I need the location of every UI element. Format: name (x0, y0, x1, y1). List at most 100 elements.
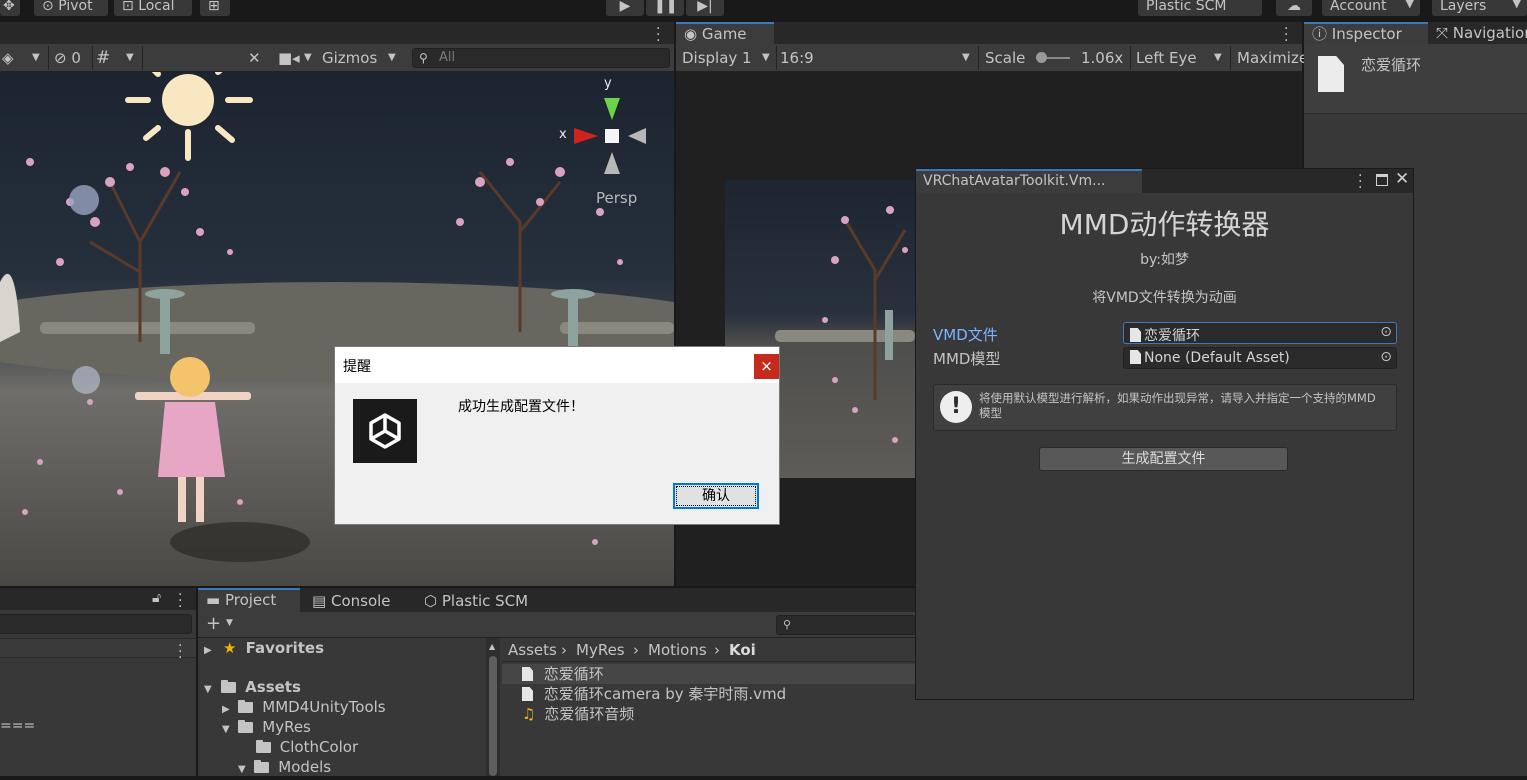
camera-icon[interactable]: ■◂ (278, 44, 300, 72)
hierarchy-search-field[interactable] (0, 614, 192, 634)
tab-plastic-scm[interactable]: ⬡ Plastic SCM (416, 590, 536, 612)
layers-dropdown[interactable]: Layers ▼ (1432, 0, 1527, 16)
hidden-objects-toggle[interactable]: ⊘ 0 (54, 44, 81, 72)
breadcrumb-myres[interactable]: MyRes (576, 640, 625, 660)
scene-search-placeholder: All (439, 50, 456, 65)
tree-item-myres[interactable]: ▼ MyRes (222, 717, 311, 737)
breadcrumb-motions[interactable]: Motions (648, 640, 707, 660)
vmd-value: 恋爱循环 (1144, 328, 1200, 344)
play-button[interactable]: ▶ (606, 0, 644, 16)
tab-project[interactable]: ▬ Project (198, 588, 300, 612)
object-picker-icon[interactable]: ⊙ (1380, 324, 1392, 340)
scale-slider-handle[interactable] (1036, 52, 1047, 63)
maximize-icon[interactable] (1376, 174, 1388, 186)
chevron-down-icon[interactable]: ▼ (226, 618, 233, 628)
info-icon: ⓘ (1312, 25, 1328, 43)
list-item[interactable]: ♫ 恋爱循环音频 (502, 704, 634, 724)
tab-inspector-label: Inspector (1331, 25, 1402, 43)
list-item[interactable]: 恋爱循环 (502, 664, 916, 684)
project-toolbar: + ▼ ⚲ (198, 612, 916, 638)
file-name: 恋爱循环音频 (544, 705, 635, 723)
chevron-down-icon[interactable]: ▼ (1214, 44, 1222, 72)
aspect-dropdown[interactable]: 16:9 (780, 44, 976, 72)
tools-icon[interactable]: ✕ (248, 44, 261, 72)
plastic-scm-button[interactable]: Plastic SCM (1138, 0, 1262, 16)
maximize-toggle[interactable]: Maximize (1237, 44, 1308, 72)
add-button[interactable]: + (206, 613, 221, 634)
vmd-object-field[interactable]: 恋爱循环 ⊙ (1123, 322, 1397, 344)
step-icon: ▶| (697, 0, 713, 14)
confirm-button[interactable]: 确认 (673, 483, 759, 509)
tree-item-favorites[interactable]: ▶ ★ Favorites (204, 638, 324, 658)
cloud-button[interactable]: ☁ (1276, 0, 1312, 16)
chevron-down-icon[interactable]: ▼ (32, 44, 40, 72)
lock-icon[interactable]: 🔓︎ (152, 590, 161, 606)
converter-window-title: VRChatAvatarToolkit.Vm... (923, 173, 1106, 189)
converter-tab[interactable]: VRChatAvatarToolkit.Vm... (916, 169, 1142, 193)
project-search-field[interactable]: ⚲ (776, 615, 916, 635)
chevron-right-icon: › (714, 641, 720, 659)
game-tab-bar: ◉ Game · · · (676, 22, 1302, 48)
display-label: Display 1 (682, 49, 752, 67)
inspector-asset-name: 恋爱循环 (1361, 56, 1422, 74)
step-button[interactable]: ▶| (686, 0, 724, 16)
list-item[interactable]: 恋爱循环camera by 秦宇时雨.vmd (502, 684, 786, 704)
move-tool-icon[interactable]: ✥ (0, 0, 20, 16)
dialog-title-bar: 提醒 × (335, 347, 779, 383)
warning-message: 将使用默认模型进行解析，如果动作出现异常，请导入并指定一个支持的MMD模型 (979, 391, 1376, 420)
local-toggle[interactable]: ⊡ Local (114, 0, 192, 16)
display-dropdown[interactable]: Display 1 (682, 44, 752, 72)
more-options-icon[interactable]: · · · (178, 588, 182, 614)
chevron-down-icon[interactable]: ▼ (304, 44, 312, 72)
account-dropdown[interactable]: Account ▼ (1322, 0, 1420, 16)
chevron-down-icon: ▼ (222, 724, 230, 735)
folder-tree: ▶ ★ Favorites ▼ Assets ▶ MMD4UnityTools … (198, 638, 486, 776)
tree-scrollbar[interactable]: ▲ (486, 638, 500, 776)
scale-value: 1.06x (1081, 49, 1124, 67)
breadcrumb-assets[interactable]: Assets (508, 640, 557, 660)
hierarchy-row-fragment[interactable]: === (0, 718, 35, 734)
gizmos-button[interactable]: Gizmos (322, 44, 377, 72)
grid-icon[interactable]: # (96, 44, 110, 72)
breadcrumb-koi[interactable]: Koi (729, 640, 756, 660)
persp-label[interactable]: Persp (596, 189, 637, 207)
tree-item-models[interactable]: ▼ Models (238, 757, 331, 777)
more-options-icon[interactable]: · · · (656, 22, 660, 48)
pause-button[interactable]: ❚❚ (646, 0, 684, 16)
aspect-label: 16:9 (780, 49, 814, 67)
scene-search-field[interactable]: ⚲ All (412, 48, 670, 68)
tab-console[interactable]: ▤ Console (304, 590, 399, 612)
chevron-down-icon[interactable]: ▼ (962, 44, 970, 72)
chevron-up-icon[interactable]: ▲ (489, 642, 495, 651)
file-list: Assets › MyRes › Motions › Koi 恋爱循环 恋爱循环… (502, 638, 916, 776)
more-options-icon[interactable]: · · · (1358, 169, 1362, 195)
eye-dropdown[interactable]: Left Eye (1136, 44, 1197, 72)
chevron-down-icon[interactable]: ▼ (762, 44, 770, 72)
tab-navigation[interactable]: ⤧ Navigation (1428, 22, 1527, 44)
mmd-model-object-field[interactable]: None (Default Asset) ⊙ (1123, 347, 1397, 369)
tree-item-assets[interactable]: ▼ Assets (204, 677, 301, 697)
grid-snap-icon[interactable]: ⊞ (200, 0, 230, 16)
layers-stack-icon[interactable]: ◈ (2, 44, 14, 72)
more-options-icon[interactable]: · · · (178, 639, 182, 665)
close-icon[interactable]: ✕ (1395, 169, 1409, 189)
chevron-right-icon: › (561, 641, 567, 659)
pivot-toggle[interactable]: ⊙ Pivot (34, 0, 108, 16)
chevron-down-icon[interactable]: ▼ (388, 44, 396, 72)
dialog-close-button[interactable]: × (754, 354, 779, 379)
tree-item-clothcolor[interactable]: ClothColor (256, 737, 358, 757)
scrollbar-thumb[interactable] (489, 656, 497, 776)
folder-icon (220, 680, 236, 693)
chevron-down-icon[interactable]: ▼ (126, 44, 134, 72)
object-picker-icon[interactable]: ⊙ (1380, 349, 1392, 365)
file-name: 恋爱循环 (543, 665, 604, 683)
more-options-icon[interactable]: · · · (1284, 22, 1288, 48)
scene-orientation-gizmo[interactable] (556, 78, 666, 188)
cloud-icon: ☁ (1287, 0, 1301, 14)
tree-item-mmd4unitytools[interactable]: ▶ MMD4UnityTools (222, 697, 386, 717)
tab-inspector[interactable]: ⓘ Inspector (1304, 22, 1428, 44)
tab-game[interactable]: ◉ Game (676, 22, 774, 44)
axis-y-label: y (604, 76, 612, 91)
tab-plastic-scm-label: Plastic SCM (441, 592, 529, 610)
generate-config-button[interactable]: 生成配置文件 (1039, 447, 1288, 471)
